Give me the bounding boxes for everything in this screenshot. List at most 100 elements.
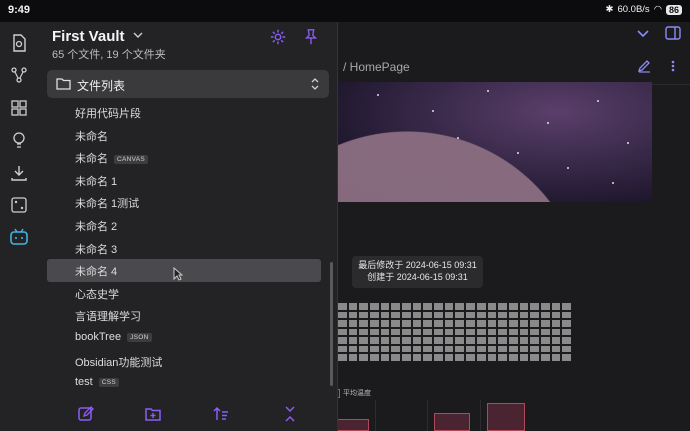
banner-image — [337, 82, 652, 202]
heatmap-cell — [359, 337, 369, 344]
file-item[interactable]: 未命名 4 — [47, 259, 321, 282]
more-options-icon[interactable] — [667, 60, 679, 72]
heatmap-cell — [423, 354, 433, 361]
chart-bar — [487, 403, 525, 431]
heatmap-cell — [487, 311, 497, 319]
heatmap-cell — [402, 337, 411, 344]
heatmap-cell — [412, 311, 422, 319]
pin-icon[interactable] — [302, 28, 320, 46]
file-item-label: 未命名 — [75, 130, 108, 143]
file-list: 好用代码片段 未命名未命名 CANVAS 未命名 1 未命名 1测试未命名 2 未命名 3… — [47, 101, 321, 395]
dice-icon[interactable] — [9, 195, 29, 215]
heatmap-cell — [359, 328, 369, 336]
heatmap-cell — [562, 337, 571, 344]
file-item[interactable]: 未命名 1 — [47, 169, 321, 192]
heatmap-cell — [476, 311, 486, 319]
heatmap-cell — [487, 354, 497, 361]
mouse-cursor-icon — [173, 267, 183, 281]
download-icon[interactable] — [9, 163, 29, 183]
heatmap-cell — [476, 328, 486, 336]
heatmap-cell — [455, 354, 465, 361]
heatmap-cell — [370, 354, 379, 361]
heatmap-cell — [498, 311, 507, 319]
heatmap-cell — [519, 345, 529, 353]
heatmap-cell — [551, 354, 561, 361]
status-right: ✱ 60.0B/s ◠ 86 — [605, 4, 682, 15]
file-item[interactable]: 言语理解学习 — [47, 304, 321, 327]
file-item[interactable]: 未命名 3 — [47, 237, 321, 260]
heatmap-cell — [476, 303, 486, 310]
heatmap-cell — [498, 328, 507, 336]
file-item-label: test CSS — [75, 376, 119, 388]
file-item-label: 未命名 2 — [75, 220, 118, 233]
edit-icon[interactable] — [637, 59, 651, 73]
heatmap-cell — [508, 311, 518, 319]
heatmap-cell — [423, 303, 433, 310]
heatmap-cell — [402, 311, 411, 319]
heatmap-cell — [348, 303, 358, 310]
heatmap-cell — [359, 345, 369, 353]
chart-bar — [434, 413, 470, 431]
heatmap-cell — [412, 354, 422, 361]
graph-icon[interactable] — [9, 65, 29, 85]
heatmap-cell — [380, 328, 390, 336]
heatmap-cell — [338, 311, 347, 319]
file-item[interactable]: 未命名 CANVAS — [47, 146, 321, 169]
heatmap-cell — [487, 337, 497, 344]
heatmap-cell — [455, 345, 465, 353]
heatmap-cell — [455, 320, 465, 327]
bilibili-icon[interactable] — [9, 227, 29, 247]
collapse-all-icon[interactable] — [282, 406, 298, 422]
view-selector-label: 文件列表 — [77, 79, 126, 93]
heatmap-cell — [540, 311, 550, 319]
heatmap-cell — [412, 337, 422, 344]
file-item[interactable]: test CSS — [47, 372, 321, 395]
heatmap-cell — [498, 303, 507, 310]
temperature-chart — [337, 400, 690, 431]
heatmap-cell — [338, 303, 347, 310]
vault-switcher[interactable]: First Vault — [52, 28, 143, 45]
file-item[interactable]: Obsidian功能测试 — [47, 350, 321, 373]
bluetooth-icon: ✱ — [605, 4, 614, 15]
heatmap-cell — [338, 328, 347, 336]
file-type-badge: CANVAS — [114, 155, 149, 165]
heatmap-cell — [338, 320, 347, 327]
file-explorer-drawer: First Vault 65 个文件, 19 个文件夹 文件列表 好用代码片段未… — [38, 22, 338, 431]
breadcrumb[interactable]: / HomePage — [343, 60, 410, 74]
heatmap-cell — [444, 337, 454, 344]
file-item-label: 好用代码片段 — [75, 108, 141, 120]
file-item[interactable]: 未命名 — [47, 124, 321, 147]
wifi-icon: ◠ — [653, 4, 662, 15]
heatmap-cell — [370, 311, 379, 319]
file-item[interactable]: 未命名 2 — [47, 214, 321, 237]
heatmap-cell — [466, 303, 475, 310]
gear-icon[interactable] — [269, 28, 287, 46]
lightbulb-icon[interactable] — [9, 130, 29, 150]
scrollbar[interactable] — [330, 262, 333, 386]
file-item[interactable]: bookTree JSON — [47, 327, 321, 350]
sidebar-toggle-icon[interactable] — [665, 26, 681, 40]
file-item[interactable]: 未命名 1测试 — [47, 191, 321, 214]
file-item[interactable]: 好用代码片段 — [47, 101, 321, 124]
heatmap-cell — [380, 337, 390, 344]
chevron-down-icon[interactable] — [637, 30, 649, 38]
heatmap-cell — [498, 337, 507, 344]
folder-icon — [56, 78, 71, 90]
file-search-icon[interactable] — [9, 33, 29, 53]
heatmap-cell — [359, 354, 369, 361]
new-note-icon[interactable] — [78, 406, 94, 422]
dashboard-icon[interactable] — [9, 98, 29, 118]
file-item[interactable]: 心态史学 — [47, 282, 321, 305]
heatmap-cell — [423, 345, 433, 353]
sort-icon[interactable] — [213, 406, 229, 422]
heatmap-cell — [530, 345, 539, 353]
view-selector[interactable]: 文件列表 — [47, 70, 329, 98]
heatmap-cell — [338, 354, 347, 361]
heatmap-cell — [551, 345, 561, 353]
new-folder-icon[interactable] — [145, 406, 161, 422]
heatmap-cell — [540, 337, 550, 344]
heatmap-cell — [498, 320, 507, 327]
heatmap-cell — [348, 345, 358, 353]
chart-bar — [337, 419, 369, 431]
heatmap-cell — [455, 337, 465, 344]
